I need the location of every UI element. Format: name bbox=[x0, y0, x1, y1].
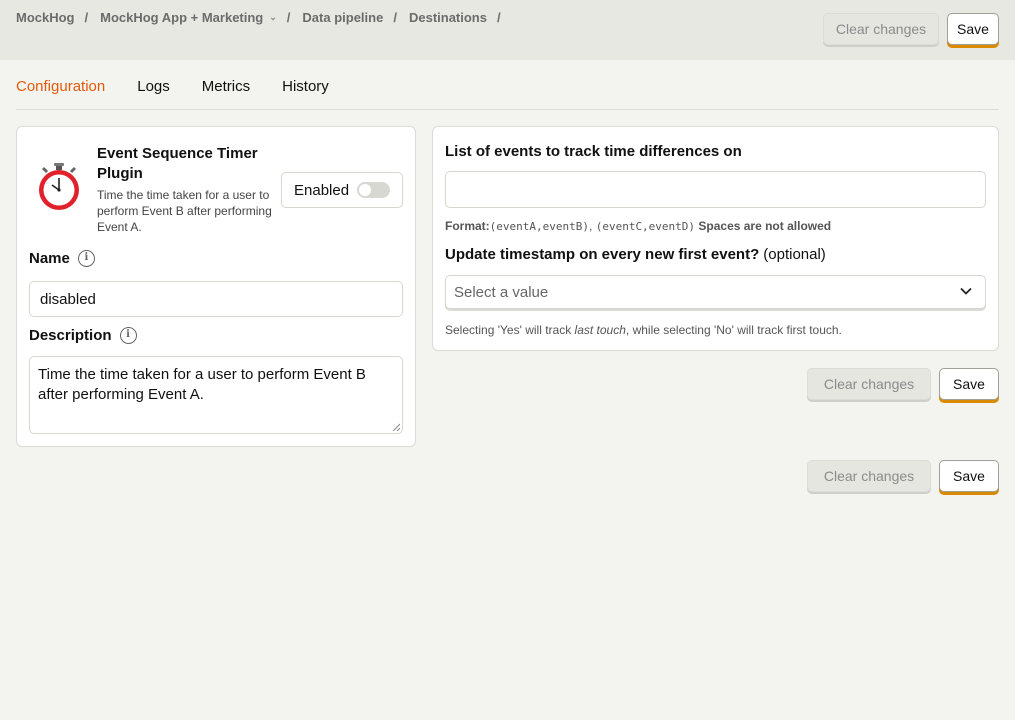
breadcrumb-separator: / bbox=[286, 10, 291, 25]
breadcrumb-item-data-pipeline[interactable]: Data pipeline bbox=[302, 10, 383, 25]
breadcrumb-separator: / bbox=[393, 10, 397, 25]
header-clear-changes-button[interactable]: Clear changes bbox=[823, 13, 939, 45]
hint-italic: last touch bbox=[574, 323, 626, 337]
tab-configuration[interactable]: Configuration bbox=[16, 78, 105, 110]
info-icon[interactable]: i bbox=[119, 327, 137, 344]
chevron-down-icon[interactable]: ⌄ bbox=[269, 12, 277, 23]
events-label: List of events to track time differences… bbox=[445, 143, 742, 160]
description-textarea[interactable]: Time the time taken for a user to perfor… bbox=[29, 356, 403, 434]
chevron-down-icon bbox=[960, 287, 972, 295]
enabled-label: Enabled bbox=[294, 181, 350, 199]
plugin-card: Event Sequence Timer Plugin Time the tim… bbox=[16, 126, 416, 447]
enabled-toggle[interactable] bbox=[357, 182, 390, 198]
plugin-title: Event Sequence Timer Plugin bbox=[97, 145, 258, 182]
breadcrumb-item-org[interactable]: MockHog bbox=[16, 10, 75, 25]
events-input[interactable] bbox=[445, 171, 986, 208]
config-card: List of events to track time differences… bbox=[432, 126, 999, 351]
config-save-button[interactable]: Save bbox=[939, 368, 999, 400]
format-example-1: (eventA,eventB) bbox=[489, 220, 590, 233]
timestamp-hint: Selecting 'Yes' will track last touch, w… bbox=[445, 323, 842, 337]
optional-tag: (optional) bbox=[763, 246, 826, 263]
top-bar: MockHog / MockHog App + Marketing ⌄ / Da… bbox=[0, 0, 1015, 60]
breadcrumb-item-project[interactable]: MockHog App + Marketing bbox=[100, 10, 263, 25]
toggle-knob bbox=[359, 184, 371, 196]
hint-before: Selecting 'Yes' will track bbox=[445, 323, 575, 337]
timestamp-label: Update timestamp on every new first even… bbox=[445, 246, 826, 263]
breadcrumb: MockHog / MockHog App + Marketing ⌄ / Da… bbox=[16, 10, 513, 25]
footer-clear-changes-button[interactable]: Clear changes bbox=[807, 460, 931, 492]
name-input[interactable]: disabled bbox=[29, 281, 403, 317]
select-placeholder: Select a value bbox=[454, 283, 549, 301]
resize-handle-icon[interactable] bbox=[392, 423, 400, 431]
plugin-description: Time the time taken for a user to perfor… bbox=[97, 188, 272, 234]
header-save-button[interactable]: Save bbox=[947, 13, 999, 45]
description-value: Time the time taken for a user to perfor… bbox=[38, 366, 366, 403]
events-format-hint: Format:(eventA,eventB), (eventC,eventD) … bbox=[445, 219, 831, 233]
timestamp-label-text: Update timestamp on every new first even… bbox=[445, 246, 760, 263]
format-label: Format: bbox=[445, 219, 490, 233]
stopwatch-icon bbox=[39, 163, 79, 210]
tab-metrics[interactable]: Metrics bbox=[202, 78, 250, 110]
timestamp-select[interactable]: Select a value bbox=[445, 275, 986, 309]
description-label-text: Description bbox=[29, 327, 112, 344]
name-label: Name i bbox=[29, 250, 95, 267]
footer-save-button[interactable]: Save bbox=[939, 460, 999, 492]
tab-logs[interactable]: Logs bbox=[137, 78, 170, 110]
description-label: Description i bbox=[29, 327, 137, 344]
tab-bar: Configuration Logs Metrics History bbox=[16, 78, 999, 110]
config-clear-changes-button[interactable]: Clear changes bbox=[807, 368, 931, 400]
breadcrumb-separator: / bbox=[496, 10, 501, 25]
breadcrumb-separator: / bbox=[84, 10, 89, 25]
breadcrumb-item-destinations[interactable]: Destinations bbox=[409, 10, 487, 25]
info-icon[interactable]: i bbox=[77, 250, 95, 267]
enabled-toggle-box[interactable]: Enabled bbox=[281, 172, 403, 208]
format-comma: , bbox=[589, 219, 593, 233]
tab-history[interactable]: History bbox=[282, 78, 329, 110]
hint-after: , while selecting 'No' will track first … bbox=[625, 323, 842, 337]
name-label-text: Name bbox=[29, 250, 70, 267]
format-example-2: (eventC,eventD) bbox=[595, 220, 696, 233]
format-note: Spaces are not allowed bbox=[698, 219, 832, 233]
